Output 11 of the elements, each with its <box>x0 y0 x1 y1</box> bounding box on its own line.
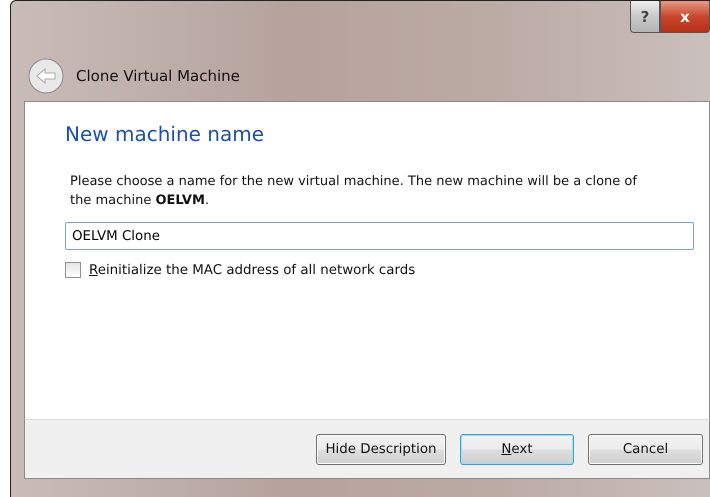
next-button[interactable]: Next <box>460 434 574 464</box>
checkbox[interactable] <box>65 262 81 278</box>
window-title: Clone Virtual Machine <box>76 67 240 85</box>
description-text: Please choose a name for the new virtual machine. The new machine will be a clone of the machine OELVM. <box>70 173 638 210</box>
page-heading: New machine name <box>65 122 266 146</box>
checkbox-label[interactable]: Reinitialize the MAC address of all network cards <box>89 262 416 278</box>
close-button[interactable]: x <box>660 1 710 33</box>
hide-description-button[interactable]: Hide Description <box>316 434 446 464</box>
help-button[interactable]: ? <box>630 1 660 33</box>
cancel-button[interactable]: Cancel <box>588 434 703 464</box>
machine-name-field[interactable]: OELVM Clone <box>65 222 694 250</box>
